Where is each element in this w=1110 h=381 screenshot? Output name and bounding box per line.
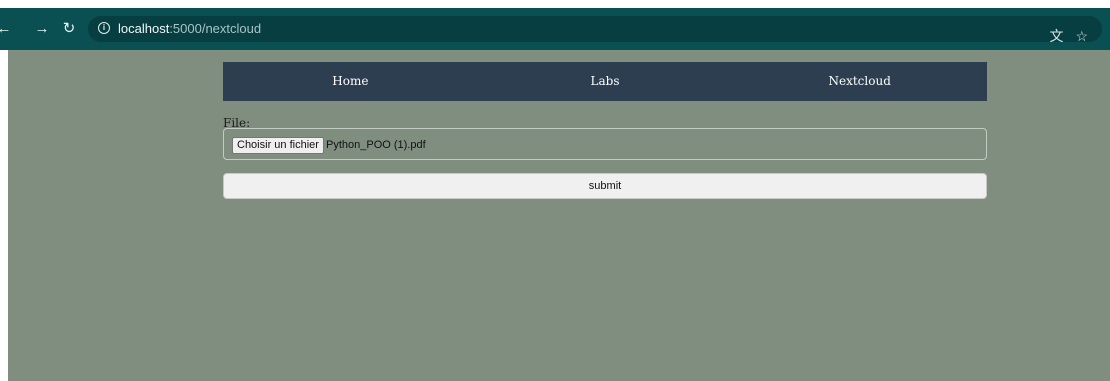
back-arrow-icon[interactable]: ← (0, 21, 12, 37)
translate-icon[interactable]: 文 (1049, 28, 1063, 44)
choose-file-button[interactable]: Choisir un fichier (232, 137, 324, 154)
address-bar[interactable]: i localhost:5000/nextcloud 文 ☆ (88, 16, 1102, 44)
info-icon[interactable]: i (98, 22, 110, 34)
star-icon[interactable]: ☆ (1075, 28, 1088, 44)
top-navbar: Home Labs Nextcloud (223, 62, 987, 101)
page-content: Home Labs Nextcloud File: Choisir un fic… (0, 50, 1110, 381)
reload-icon[interactable]: ↻ (61, 21, 77, 37)
file-input[interactable]: Choisir un fichier Python_POO (1).pdf (223, 128, 987, 160)
forward-arrow-icon[interactable]: → (34, 21, 50, 37)
selected-file-name: Python_POO (1).pdf (326, 139, 426, 151)
nav-link-labs[interactable]: Labs (478, 62, 733, 101)
nav-link-home[interactable]: Home (223, 62, 478, 101)
url-text[interactable]: localhost:5000/nextcloud (118, 21, 261, 37)
browser-toolbar: ← → ↻ i localhost:5000/nextcloud 文 ☆ (0, 8, 1110, 50)
url-path: :5000/nextcloud (169, 21, 262, 36)
nav-link-nextcloud[interactable]: Nextcloud (732, 62, 987, 101)
submit-button[interactable]: submit (223, 173, 987, 199)
url-host: localhost (118, 21, 170, 36)
address-bar-actions: 文 ☆ (1037, 28, 1088, 44)
